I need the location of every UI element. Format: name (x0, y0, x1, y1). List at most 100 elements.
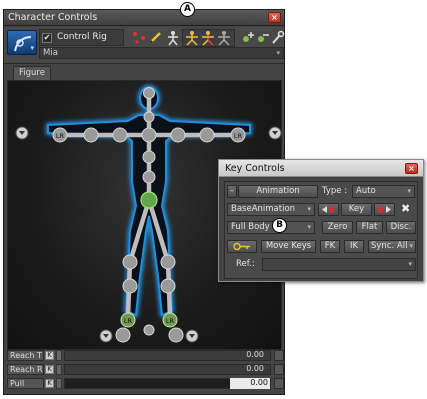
right-foot-joint[interactable] (168, 327, 184, 343)
right-elbow-joint[interactable] (199, 127, 215, 143)
type-label: Type : (322, 186, 348, 196)
disc-button[interactable]: Disc. (386, 221, 416, 234)
close-button[interactable]: × (268, 12, 281, 23)
left-hand-effector-label: LR (56, 132, 65, 140)
chevron-down-icon: ▾ (307, 205, 311, 213)
fk-button[interactable]: FK (320, 240, 340, 253)
character-menu-button[interactable]: ▾ (7, 30, 37, 55)
move-keys-button[interactable]: Move Keys (261, 240, 316, 253)
sync-all-label: Sync. All (371, 241, 408, 251)
key-toggle[interactable]: K (45, 365, 54, 374)
slider-value[interactable]: 0.00 (224, 350, 264, 361)
left-leg-joint[interactable] (122, 278, 138, 294)
chevron-down-icon: ▾ (276, 49, 280, 57)
close-icon: × (408, 164, 415, 173)
right-leg-joint[interactable] (160, 278, 176, 294)
slider-lock[interactable] (56, 378, 62, 389)
slider-end-button[interactable] (274, 378, 284, 389)
ik-pivot-icon[interactable] (131, 30, 147, 46)
key-toggle[interactable]: K (45, 379, 54, 388)
key-controls-window: Key Controls × – Animation Type : Auto ▾… (218, 159, 424, 282)
reference-dropdown[interactable]: ▾ (262, 258, 416, 271)
chest-joint[interactable] (141, 127, 157, 143)
control-rig-label: Control Rig (57, 32, 107, 42)
wrench-icon[interactable] (269, 30, 285, 46)
chevron-down-icon: ▾ (30, 44, 34, 52)
move-keys-toggle[interactable] (227, 240, 257, 253)
key-toggle[interactable]: K (45, 351, 54, 360)
sync-all-dropdown[interactable]: Sync. All ▾ (368, 240, 416, 253)
reach-rotation-slider: Reach R K 0.00 (7, 364, 284, 375)
character-toolbar: ▾ ✔ Control Rig Mia ▾ (4, 27, 285, 64)
control-rig-toggle[interactable]: ✔ Control Rig (39, 29, 124, 46)
left-foot-joint[interactable] (115, 327, 131, 343)
body-mode-value: Full Body (231, 222, 270, 232)
reach-translation-slider: Reach T K 0.00 (7, 350, 284, 361)
right-shoulder-joint[interactable] (170, 127, 186, 143)
slider-lock[interactable] (56, 364, 62, 375)
character-name: Mia (43, 48, 58, 58)
add-pivot-icon[interactable] (240, 30, 256, 46)
type-dropdown[interactable]: Auto ▾ (352, 185, 415, 198)
delete-key-icon[interactable]: ✖ (401, 203, 410, 214)
spine-joint[interactable] (142, 150, 156, 164)
body-part-select-icon[interactable] (200, 30, 216, 46)
chevron-down-icon: ▾ (407, 187, 411, 195)
character-name-dropdown[interactable]: Mia ▾ (39, 47, 284, 59)
hips-joint[interactable] (140, 191, 158, 209)
callout-b: B (272, 218, 287, 233)
body-mode-dropdown[interactable]: Full Body ▾ (227, 221, 315, 234)
tab-figure[interactable]: Figure (13, 66, 51, 80)
animation-button[interactable]: Animation (238, 185, 318, 198)
chevron-down-icon: ▾ (408, 260, 412, 268)
ik-button[interactable]: IK (344, 240, 364, 253)
head-joint[interactable] (143, 87, 155, 99)
chevron-down-icon: ▾ (409, 242, 413, 250)
window-title: Character Controls (8, 12, 98, 23)
zero-button[interactable]: Zero (322, 221, 353, 234)
close-button[interactable]: × (405, 163, 418, 174)
previous-key-button[interactable] (318, 203, 339, 216)
next-key-icon (378, 206, 391, 213)
layer-value: BaseAnimation (231, 204, 296, 214)
slider-label: Reach R (7, 364, 44, 375)
key-controls-titlebar[interactable]: Key Controls × (219, 160, 423, 177)
next-key-button[interactable] (374, 203, 395, 216)
character-controls-titlebar[interactable]: Character Controls × (4, 10, 284, 26)
waist-joint[interactable] (142, 170, 156, 184)
slider-label: Reach T (7, 350, 44, 361)
key-icon (233, 242, 250, 251)
callout-a: A (180, 2, 195, 17)
right-foot-effector-label: LR (166, 317, 175, 325)
slider-value[interactable]: 0.00 (230, 378, 270, 389)
left-knee-joint[interactable] (122, 254, 138, 270)
selection-select-icon[interactable] (216, 30, 232, 46)
key-controls-panel: – Animation Type : Auto ▾ BaseAnimation … (224, 181, 418, 279)
previous-key-icon (322, 206, 334, 213)
right-knee-joint[interactable] (160, 254, 176, 270)
pencil-icon[interactable] (147, 30, 163, 46)
slider-end-button[interactable] (274, 364, 284, 375)
full-body-select-icon[interactable] (184, 30, 200, 46)
type-value: Auto (356, 186, 376, 196)
slider-lock[interactable] (56, 350, 62, 361)
left-shoulder-joint[interactable] (112, 127, 128, 143)
left-foot-effector-label: LR (124, 317, 133, 325)
close-icon: × (271, 13, 278, 22)
figure-stance-icon[interactable] (165, 30, 181, 46)
collapse-button[interactable]: – (227, 185, 237, 198)
pull-slider: Pull K 0.00 (7, 378, 284, 389)
control-rig-checkbox[interactable]: ✔ (42, 33, 52, 43)
key-button[interactable]: Key (341, 203, 372, 216)
slider-end-button[interactable] (274, 350, 284, 361)
slider-value[interactable]: 0.00 (224, 364, 264, 375)
chevron-down-icon: ▾ (307, 223, 311, 231)
left-elbow-joint[interactable] (83, 127, 99, 143)
layer-dropdown[interactable]: BaseAnimation ▾ (227, 203, 315, 216)
slider-label: Pull (7, 378, 44, 389)
center-floor-joint[interactable] (143, 324, 155, 336)
window-title: Key Controls (225, 163, 285, 174)
flat-button[interactable]: Flat (356, 221, 383, 234)
right-hand-effector-label: LR (234, 132, 243, 140)
neck-joint[interactable] (143, 111, 155, 123)
